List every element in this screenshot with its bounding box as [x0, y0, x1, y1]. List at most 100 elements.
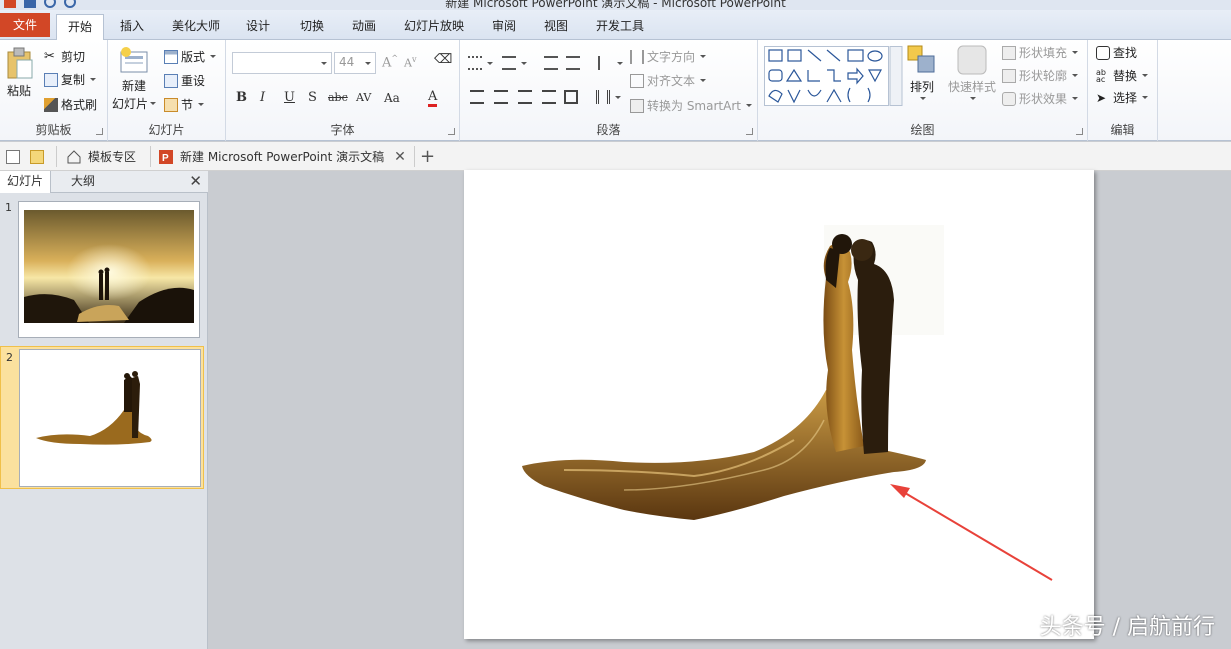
tab-outline[interactable]: 大纲	[64, 171, 102, 193]
copy-button[interactable]: 复制	[44, 71, 97, 88]
tab-slides[interactable]: 幻灯片	[0, 171, 52, 193]
clear-formatting-icon[interactable]: ⌫	[434, 52, 452, 67]
tab-review[interactable]: 审阅	[484, 14, 524, 40]
close-panel-icon[interactable]: ✕	[189, 172, 202, 190]
find-button[interactable]: 查找	[1096, 44, 1137, 61]
format-painter-button[interactable]: 格式刷	[44, 96, 97, 113]
new-document-button[interactable]	[6, 142, 20, 171]
shape-outline-label: 形状轮廓	[1019, 69, 1068, 83]
tab-beautify-master[interactable]: 美化大师	[164, 14, 228, 40]
align-center-button[interactable]	[494, 90, 508, 104]
paragraph-launcher-icon[interactable]	[746, 128, 753, 135]
shadow-icon[interactable]: S	[308, 90, 317, 105]
shape-effects-label: 形状效果	[1019, 92, 1068, 106]
tab-file[interactable]: 文件	[0, 13, 50, 37]
font-launcher-icon[interactable]	[448, 128, 455, 135]
shrink-font-icon[interactable]: Av	[404, 55, 416, 70]
slide-thumbnail-1[interactable]: 1	[0, 197, 204, 339]
change-case-icon[interactable]: Aa	[384, 91, 400, 105]
shape-fill-button[interactable]: 形状填充	[1002, 44, 1079, 61]
align-right-button[interactable]	[518, 90, 532, 104]
shape-effects-button[interactable]: 形状效果	[1002, 90, 1079, 107]
window-title: 新建 Microsoft PowerPoint 演示文稿 - Microsoft…	[445, 0, 786, 10]
increase-indent-icon	[566, 56, 580, 70]
text-direction-button[interactable]: 文字方向	[630, 48, 707, 65]
shape-outline-button[interactable]: 形状轮廓	[1002, 67, 1079, 84]
align-right-icon	[518, 90, 532, 104]
slide-thumbnail-2[interactable]: 2	[0, 346, 204, 489]
tab-insert[interactable]: 插入	[112, 14, 152, 40]
align-left-button[interactable]	[470, 90, 484, 104]
new-slide-label: 新建	[122, 79, 147, 93]
arrange-label: 排列	[909, 80, 934, 94]
distributed-button[interactable]	[564, 90, 578, 104]
tab-developer[interactable]: 开发工具	[588, 14, 652, 40]
close-tab-icon[interactable]: ✕	[394, 149, 406, 165]
shapes-gallery[interactable]	[764, 46, 904, 106]
font-color-icon[interactable]: A	[428, 90, 438, 107]
justify-icon	[542, 90, 556, 104]
select-label: 选择	[1113, 91, 1138, 105]
tab-view[interactable]: 视图	[536, 14, 576, 40]
slide-number: 1	[5, 201, 12, 214]
font-group: 44 A^ Av ⌫ B I U S abc AV Aa A 字体	[226, 40, 460, 141]
editing-group-label: 编辑	[1110, 123, 1135, 137]
align-text-label: 对齐文本	[647, 74, 696, 88]
tab-transitions[interactable]: 切换	[292, 14, 332, 40]
tab-animations[interactable]: 动画	[344, 14, 384, 40]
reset-button[interactable]: 重设	[164, 72, 205, 89]
brush-icon	[44, 97, 58, 112]
select-button[interactable]: ➤ 选择	[1096, 89, 1149, 106]
numbering-icon	[502, 56, 516, 70]
replace-label: 替换	[1113, 69, 1138, 83]
ribbon-tab-row: 文件 开始 插入 美化大师 设计 切换 动画 幻灯片放映 审阅 视图 开发工具	[0, 10, 1231, 41]
columns-button[interactable]	[596, 90, 621, 104]
bullets-button[interactable]	[468, 56, 493, 70]
quick-styles-button[interactable]: 快速样式	[948, 44, 996, 100]
title-bar: 新建 Microsoft PowerPoint 演示文稿 - Microsoft…	[0, 0, 1231, 10]
couple-cutout-thumbnail	[36, 371, 152, 445]
paste-button[interactable]: 粘贴	[4, 46, 34, 99]
couple-cutout-image[interactable]	[464, 170, 1094, 639]
underline-icon[interactable]: U	[284, 90, 295, 105]
current-slide[interactable]	[464, 170, 1094, 639]
templates-tab[interactable]: 模板专区	[66, 142, 136, 171]
section-button[interactable]: 节	[164, 96, 205, 113]
columns-icon	[596, 90, 610, 104]
bold-icon[interactable]: B	[236, 90, 247, 105]
tab-home[interactable]: 开始	[56, 14, 104, 41]
grow-font-icon[interactable]: A^	[382, 54, 398, 70]
cut-button[interactable]: ✂ 剪切	[44, 48, 85, 65]
strikethrough-icon[interactable]: abc	[328, 91, 348, 104]
numbering-button[interactable]	[502, 56, 527, 70]
align-text-button[interactable]: 对齐文本	[630, 72, 707, 89]
justify-button[interactable]	[542, 90, 556, 104]
open-folder-button[interactable]	[30, 142, 44, 171]
replace-button[interactable]: ab ac 替换	[1096, 67, 1149, 84]
distributed-icon	[564, 90, 578, 104]
layout-button[interactable]: 版式	[164, 48, 217, 65]
italic-icon[interactable]: I	[260, 90, 265, 105]
clipboard-launcher-icon[interactable]	[96, 128, 103, 135]
tab-slide-show[interactable]: 幻灯片放映	[396, 14, 472, 40]
convert-smartart-button[interactable]: 转换为 SmartArt	[630, 97, 752, 114]
document-tab-bar: 模板专区 P 新建 Microsoft PowerPoint 演示文稿 ✕ +	[0, 142, 1231, 171]
decrease-indent-button[interactable]	[544, 56, 558, 70]
format-painter-label: 格式刷	[61, 98, 98, 112]
tab-design[interactable]: 设计	[238, 14, 278, 40]
character-spacing-icon[interactable]: AV	[356, 91, 371, 104]
font-name-combo[interactable]	[232, 52, 332, 74]
font-size-combo[interactable]: 44	[334, 52, 376, 74]
line-spacing-button[interactable]	[598, 56, 623, 70]
quick-styles-icon	[957, 45, 987, 75]
document-tab[interactable]: P 新建 Microsoft PowerPoint 演示文稿 ✕	[158, 142, 406, 171]
panel-tabs: 幻灯片 大纲 ✕	[0, 171, 208, 193]
increase-indent-button[interactable]	[566, 56, 580, 70]
editing-canvas[interactable]: 头条号 / 启航前行	[213, 170, 1231, 649]
add-tab-icon[interactable]: +	[420, 142, 435, 171]
smartart-label: 转换为 SmartArt	[647, 99, 741, 113]
arrange-button[interactable]: 排列	[906, 44, 938, 100]
drawing-launcher-icon[interactable]	[1076, 128, 1083, 135]
new-slide-button[interactable]: 新建 幻灯片	[112, 46, 157, 112]
quick-styles-label: 快速样式	[948, 80, 997, 94]
